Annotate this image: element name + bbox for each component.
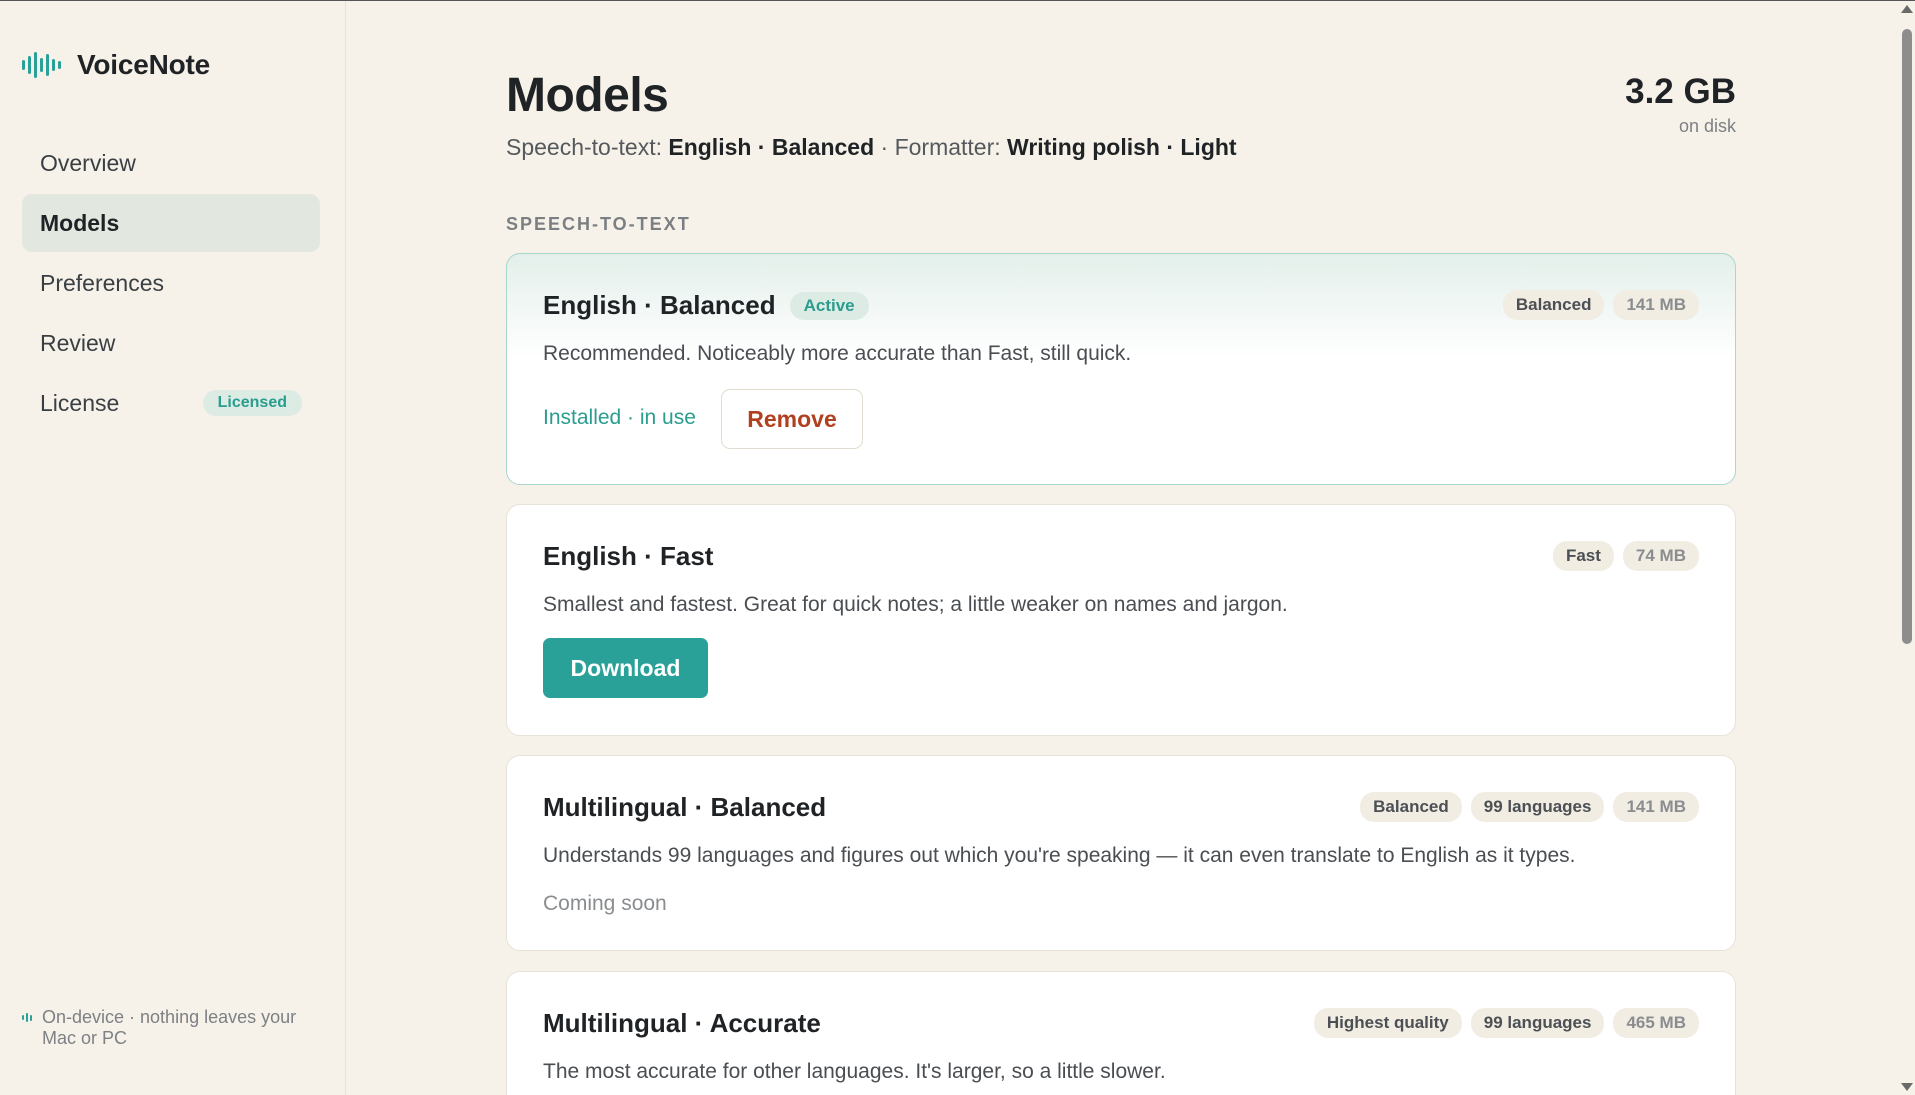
formatter-value: Writing polish · Light — [1007, 134, 1237, 160]
model-name: English · Balanced — [543, 290, 776, 320]
model-description: Understands 99 languages and figures out… — [543, 844, 1576, 867]
scroll-thumb[interactable] — [1902, 29, 1912, 644]
disk-label: on disk — [1678, 116, 1736, 136]
model-description: Recommended. Noticeably more accurate th… — [543, 342, 1132, 365]
model-card: English · Balanced Active Balanced 141 M… — [506, 253, 1736, 485]
licensed-badge: Licensed — [202, 390, 302, 416]
disk-usage: 3.2 GB on disk — [1625, 72, 1736, 137]
install-status: Installed · in use — [543, 406, 696, 429]
sidebar-item-review[interactable]: Review — [22, 314, 320, 372]
model-tags: Balanced 99 languages 141 MB — [1360, 792, 1699, 822]
scroll-up-arrow-icon[interactable] — [1901, 5, 1913, 13]
sidebar-item-label: Review — [40, 329, 116, 356]
summary-separator: · — [880, 134, 889, 160]
model-title-row: Multilingual · Accurate — [543, 1008, 821, 1039]
waveform-icon — [22, 1007, 32, 1028]
model-tags: Fast 74 MB — [1552, 541, 1699, 571]
model-tag: Balanced — [1360, 792, 1462, 822]
sidebar-item-license[interactable]: License Licensed — [22, 374, 320, 432]
privacy-note-text: On-device · nothing leaves your Mac or P… — [42, 1007, 297, 1048]
model-title-row: English · Fast — [543, 541, 713, 572]
sidebar-nav: Overview Models Preferences Review Licen… — [22, 134, 320, 434]
stt-label: Speech-to-text: — [506, 134, 662, 160]
brand: VoiceNote — [22, 49, 210, 81]
model-name: English · Fast — [543, 541, 714, 571]
model-tag: Fast — [1552, 541, 1614, 571]
sidebar-item-models[interactable]: Models — [22, 194, 320, 252]
coming-soon-status: Coming soon — [543, 892, 667, 915]
model-description: The most accurate for other languages. I… — [543, 1060, 1166, 1083]
sidebar-item-preferences[interactable]: Preferences — [22, 254, 320, 312]
model-tag: Highest quality — [1313, 1008, 1462, 1038]
model-size: 465 MB — [1613, 1008, 1699, 1038]
model-card: English · Fast Fast 74 MB Smallest and f… — [506, 504, 1736, 736]
vertical-scrollbar[interactable] — [1898, 1, 1915, 1095]
stt-value: English · Balanced — [668, 134, 875, 160]
model-tag: 99 languages — [1470, 1008, 1605, 1038]
model-card: Multilingual · Balanced Balanced 99 lang… — [506, 755, 1736, 951]
sidebar-item-label: Models — [40, 209, 120, 236]
section-heading: SPEECH-TO-TEXT — [506, 214, 691, 234]
page-title: Models — [506, 69, 669, 122]
sidebar-item-label: License — [40, 389, 120, 416]
active-models-summary: Speech-to-text: English · Balanced · For… — [506, 134, 1237, 161]
model-tags: Balanced 141 MB — [1502, 290, 1699, 320]
scroll-down-arrow-icon[interactable] — [1901, 1083, 1913, 1091]
model-size: 74 MB — [1622, 541, 1699, 571]
privacy-note: On-device · nothing leaves your Mac or P… — [22, 1007, 322, 1049]
model-name: Multilingual · Accurate — [543, 1008, 821, 1038]
model-size: 141 MB — [1613, 792, 1699, 822]
model-size: 141 MB — [1613, 290, 1699, 320]
model-card: Multilingual · Accurate Highest quality … — [506, 971, 1736, 1095]
model-description: Smallest and fastest. Great for quick no… — [543, 593, 1288, 616]
main-content: Models Speech-to-text: English · Balance… — [506, 0, 1736, 1095]
app-name: VoiceNote — [77, 49, 211, 80]
active-badge: Active — [789, 291, 869, 320]
model-name: Multilingual · Balanced — [543, 792, 827, 822]
sidebar: VoiceNote Overview Models Preferences Re… — [0, 1, 346, 1095]
disk-size: 3.2 GB — [1625, 72, 1736, 111]
model-tags: Highest quality 99 languages 465 MB — [1313, 1008, 1699, 1038]
model-title-row: Multilingual · Balanced — [543, 792, 826, 823]
remove-button[interactable]: Remove — [721, 389, 863, 449]
formatter-label: Formatter: — [894, 134, 1001, 160]
model-tag: 99 languages — [1470, 792, 1605, 822]
download-button[interactable]: Download — [543, 638, 708, 698]
model-title-row: English · Balanced Active — [543, 290, 869, 321]
sidebar-item-label: Preferences — [40, 269, 165, 296]
model-tag: Balanced — [1502, 290, 1605, 320]
waveform-logo-icon — [22, 52, 61, 78]
sidebar-item-label: Overview — [40, 149, 136, 176]
sidebar-item-overview[interactable]: Overview — [22, 134, 320, 192]
